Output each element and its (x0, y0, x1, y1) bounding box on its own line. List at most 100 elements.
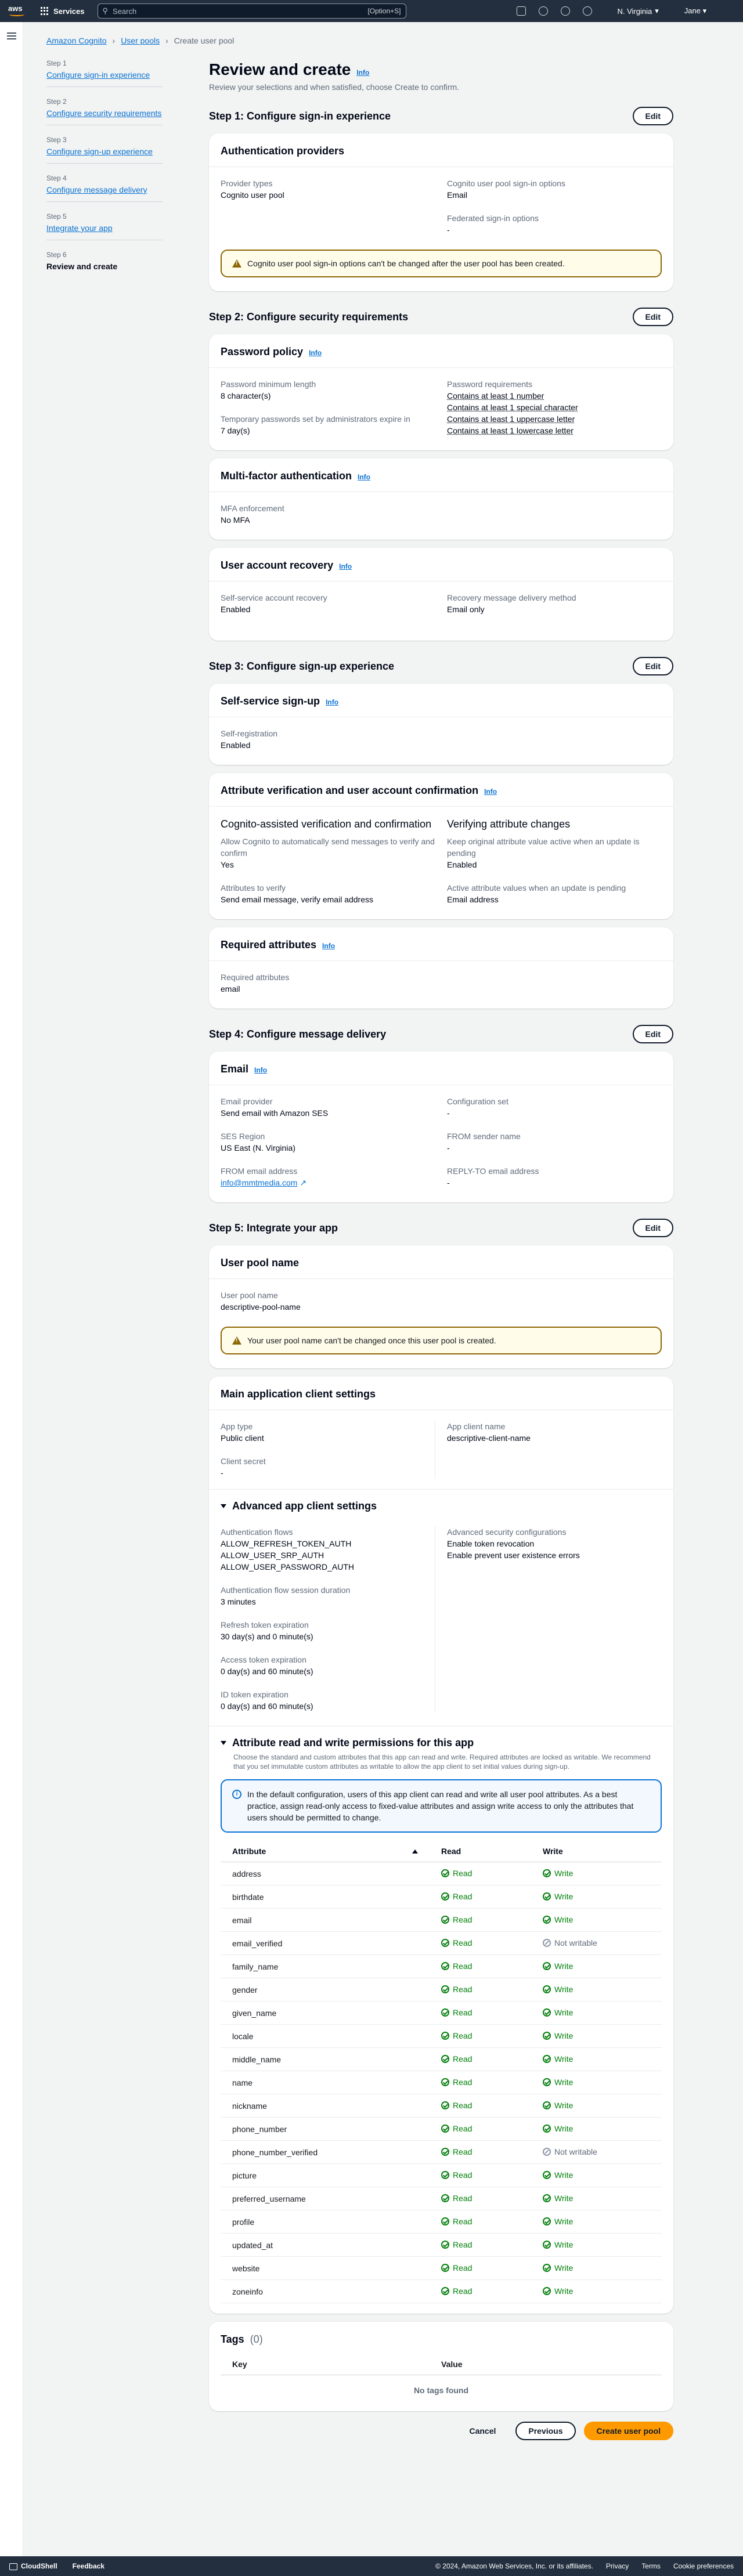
write-status: Write (554, 1984, 574, 1994)
read-cell: Read (430, 2094, 531, 2118)
write-status: Write (554, 2263, 574, 2272)
previous-button[interactable]: Previous (515, 2422, 576, 2440)
info-link[interactable]: Info (326, 698, 338, 706)
write-cell: Write (531, 2117, 662, 2141)
from-email-link[interactable]: info@mmtmedia.com (221, 1178, 297, 1187)
menu-icon[interactable] (7, 32, 16, 39)
attribute-name: middle_name (221, 2047, 430, 2071)
field-label: ID token expiration (221, 1690, 288, 1699)
gear-icon[interactable] (582, 6, 592, 16)
warning-alert: Cognito user pool sign-in options can't … (221, 250, 662, 277)
attribute-verification-card: Attribute verification and user account … (209, 773, 673, 919)
edit-step1-button[interactable]: Edit (632, 107, 673, 125)
permissions-toggle[interactable]: Attribute read and write permissions for… (221, 1737, 662, 1749)
cloudshell-icon[interactable] (516, 6, 526, 16)
section-title-step1: Step 1: Configure sign-in experience (209, 110, 391, 122)
write-cell: Write (531, 2210, 662, 2234)
step-link-message[interactable]: Configure message delivery (46, 184, 163, 196)
info-link[interactable]: Info (309, 349, 322, 357)
mfa-card: Multi-factor authentication Info MFA enfo… (209, 458, 673, 540)
card-title: Self-service sign-up (221, 695, 320, 707)
check-circle-icon (543, 2101, 551, 2109)
check-circle-icon (543, 1869, 551, 1877)
privacy-link[interactable]: Privacy (606, 2562, 629, 2570)
info-link[interactable]: Info (339, 562, 352, 570)
field-value: - (221, 1468, 223, 1477)
write-status: Write (554, 2123, 574, 2133)
attributes-table: Attribute Read Write address Read Write bir… (221, 1841, 662, 2303)
table-row: website Read Write (221, 2256, 662, 2280)
field-label: Advanced security configurations (447, 1527, 567, 1537)
cloudshell-label: CloudShell (21, 2562, 57, 2570)
aws-logo[interactable]: aws (8, 4, 28, 18)
write-status: Write (554, 2031, 574, 2040)
copyright: © 2024, Amazon Web Services, Inc. or its… (435, 2562, 593, 2570)
top-navigation: aws Services ⚲ Search [Option+S] N. Virg… (0, 0, 743, 22)
edit-step2-button[interactable]: Edit (632, 308, 673, 326)
write-cell: Not writable (531, 2140, 662, 2164)
check-circle-icon (543, 2124, 551, 2133)
write-status: Write (554, 1961, 574, 1971)
step-number: Step 2 (46, 97, 67, 106)
expander-title: Advanced app client settings (232, 1500, 377, 1512)
field-value: ALLOW_REFRESH_TOKEN_AUTH (221, 1539, 352, 1548)
attribute-name: zoneinfo (221, 2279, 430, 2303)
check-circle-icon (441, 1938, 449, 1947)
field-value: ALLOW_USER_SRP_AUTH (221, 1551, 324, 1560)
help-icon[interactable] (560, 6, 570, 16)
section-title-step3: Step 3: Configure sign-up experience (209, 660, 395, 672)
column-header-key: Key (221, 2354, 430, 2375)
info-link[interactable]: Info (322, 942, 335, 950)
advanced-settings-toggle[interactable]: Advanced app client settings (221, 1500, 662, 1512)
cookie-preferences-link[interactable]: Cookie preferences (673, 2562, 734, 2570)
step-link-sign-in[interactable]: Configure sign-in experience (46, 69, 163, 81)
external-link-icon: ↗ (300, 1178, 307, 1187)
field-label: Authentication flows (221, 1527, 293, 1537)
read-cell: Read (430, 2140, 531, 2164)
edit-step4-button[interactable]: Edit (632, 1025, 673, 1043)
read-status: Read (453, 2054, 473, 2064)
step-link-sign-up[interactable]: Configure sign-up experience (46, 146, 163, 157)
terms-link[interactable]: Terms (641, 2562, 661, 2570)
region-label: N. Virginia (617, 6, 652, 16)
attribute-name: gender (221, 1978, 430, 2001)
not-allowed-icon (543, 2147, 551, 2156)
field-value: 0 day(s) and 60 minute(s) (221, 1701, 313, 1711)
info-link[interactable]: Info (254, 1066, 267, 1074)
breadcrumb-user-pools[interactable]: User pools (121, 36, 160, 45)
read-status: Read (453, 1868, 473, 1878)
column-header-attribute[interactable]: Attribute (221, 1841, 430, 1862)
column-header-write: Write (531, 1841, 662, 1862)
region-selector[interactable]: N. Virginia ▾ (618, 6, 659, 16)
field-value: 8 character(s) (221, 391, 271, 400)
field-value: - (447, 1143, 450, 1152)
breadcrumb-cognito[interactable]: Amazon Cognito (46, 36, 107, 45)
write-cell: Write (531, 2279, 662, 2303)
info-link[interactable]: Info (356, 68, 369, 77)
search-shortcut: [Option+S] (367, 7, 401, 15)
cancel-button[interactable]: Cancel (457, 2422, 507, 2440)
step-link-security[interactable]: Configure security requirements (46, 107, 163, 119)
feedback-link[interactable]: Feedback (73, 2562, 104, 2570)
sort-ascending-icon (412, 1849, 418, 1854)
chevron-right-icon: › (165, 36, 168, 45)
bell-icon[interactable] (538, 6, 548, 16)
read-status: Read (453, 2031, 473, 2040)
cloudshell-link[interactable]: CloudShell (9, 2562, 57, 2570)
required-attributes-card: Required attributes Info Required attribu… (209, 927, 673, 1009)
step-link-integrate[interactable]: Integrate your app (46, 222, 163, 234)
check-circle-icon (441, 2217, 449, 2225)
read-status: Read (453, 2193, 473, 2203)
create-user-pool-button[interactable]: Create user pool (583, 2422, 673, 2440)
edit-step5-button[interactable]: Edit (632, 1219, 673, 1237)
search-input[interactable]: ⚲ Search [Option+S] (97, 3, 406, 19)
caret-down-icon (221, 1504, 226, 1508)
field-label: App type (221, 1422, 253, 1431)
services-menu[interactable]: Services (41, 7, 85, 16)
edit-step3-button[interactable]: Edit (632, 657, 673, 675)
info-link[interactable]: Info (358, 473, 370, 481)
attribute-name: website (221, 2256, 430, 2280)
user-menu[interactable]: Jane ▾ (684, 6, 706, 16)
info-link[interactable]: Info (484, 787, 497, 796)
write-cell: Write (531, 2047, 662, 2071)
